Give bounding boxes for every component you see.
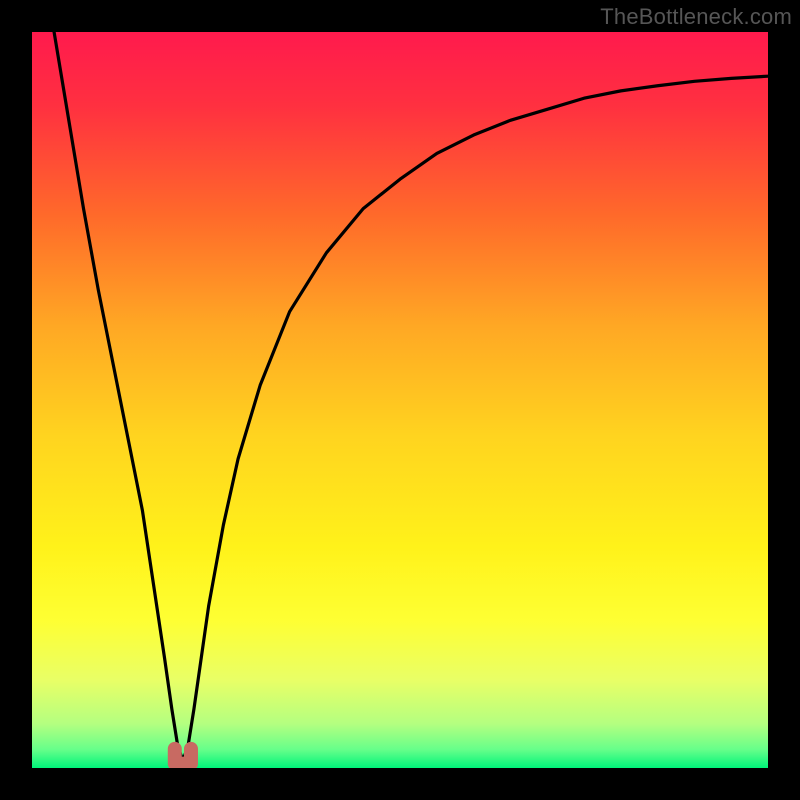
chart-frame: TheBottleneck.com [0,0,800,800]
plot-area [32,32,768,768]
watermark-label: TheBottleneck.com [600,4,792,30]
chart-svg [32,32,768,768]
gradient-background [32,32,768,768]
